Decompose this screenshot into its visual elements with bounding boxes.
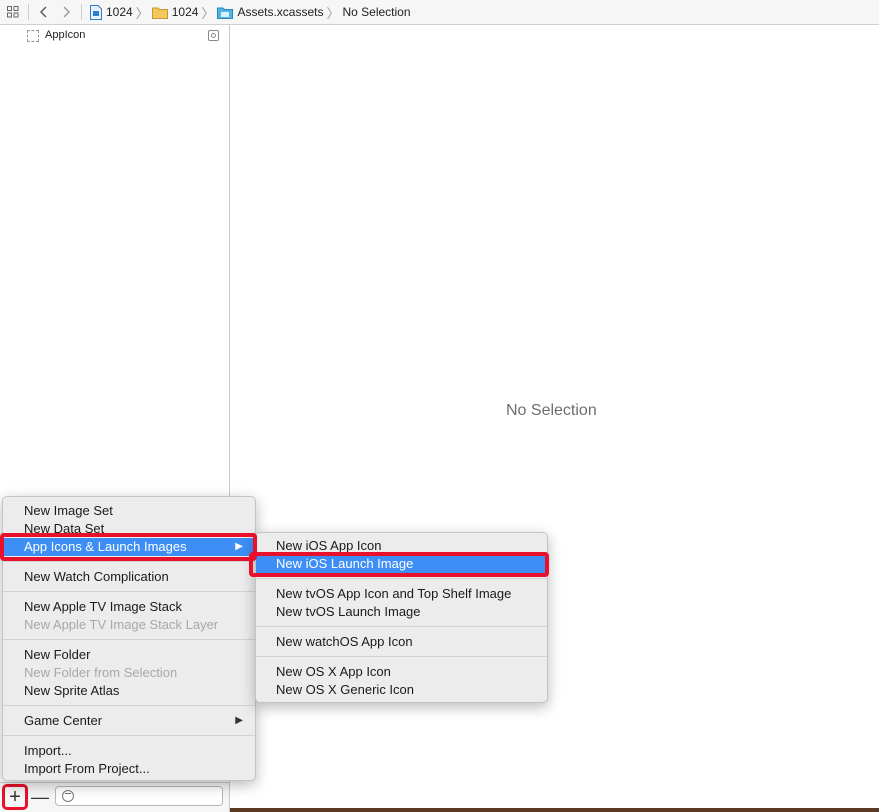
add-asset-menu: New Image Set New Data Set App Icons & L… <box>2 496 256 781</box>
menu-separator <box>3 561 255 562</box>
breadcrumb-chevron-icon: 〉 <box>201 5 215 21</box>
submenu-arrow-icon: ▶ <box>235 715 243 726</box>
filter-icon <box>62 790 74 802</box>
folder-icon <box>151 6 168 19</box>
menu-item-new-folder[interactable]: New Folder <box>3 646 255 664</box>
remove-button[interactable]: — <box>29 786 51 808</box>
breadcrumb-label: 1024 <box>171 5 199 19</box>
menu-item-new-ios-app-icon[interactable]: New iOS App Icon <box>256 537 547 555</box>
empty-state-label: No Selection <box>506 402 597 419</box>
menu-item-new-apple-tv-image-stack-layer: New Apple TV Image Stack Layer <box>24 617 219 632</box>
breadcrumb-project[interactable]: 1024 <box>90 0 133 25</box>
menu-item-new-osx-app-icon[interactable]: New OS X App Icon <box>256 663 547 681</box>
menu-item-new-osx-generic-icon[interactable]: New OS X Generic Icon <box>256 681 547 699</box>
window-bottom-edge <box>230 808 879 812</box>
menu-item-new-image-set[interactable]: New Image Set <box>3 502 255 520</box>
menu-item-new-ios-launch-image[interactable]: New iOS Launch Image <box>256 555 547 573</box>
related-items-grid-icon[interactable] <box>0 0 26 25</box>
asset-catalog-icon <box>217 6 234 19</box>
back-chevron-icon[interactable] <box>31 0 55 25</box>
menu-item-new-watchos-app-icon[interactable]: New watchOS App Icon <box>256 633 547 651</box>
project-file-icon <box>90 4 102 20</box>
submenu-arrow-icon: ▶ <box>235 541 243 552</box>
menu-separator <box>3 735 255 736</box>
jump-bar: 1024 〉 1024 〉 Assets.xcassets 〉 No Selec… <box>0 0 879 25</box>
menu-item-new-apple-tv-image-stack[interactable]: New Apple TV Image Stack <box>3 598 255 616</box>
menu-item-app-icons-launch-images[interactable]: App Icons & Launch Images ▶ <box>3 538 255 556</box>
breadcrumb-label: Assets.xcassets <box>237 5 324 19</box>
add-button[interactable]: + <box>2 784 28 810</box>
breadcrumb-selection[interactable]: No Selection <box>342 0 410 25</box>
separator <box>81 4 82 20</box>
breadcrumb-label: 1024 <box>106 5 133 19</box>
breadcrumb-asset-catalog[interactable]: Assets.xcassets <box>217 0 323 25</box>
menu-item-new-tvos-app-icon-top-shelf[interactable]: New tvOS App Icon and Top Shelf Image <box>256 585 547 603</box>
menu-item-game-center[interactable]: Game Center ▶ <box>3 712 255 730</box>
menu-separator <box>256 578 547 579</box>
menu-item-label: Game Center <box>24 713 103 728</box>
menu-separator <box>3 639 255 640</box>
breadcrumb-chevron-icon: 〉 <box>326 5 340 21</box>
menu-item-import[interactable]: Import... <box>3 742 255 760</box>
breadcrumb-label: No Selection <box>342 5 411 19</box>
sidebar-bottom-bar: + — <box>0 782 229 812</box>
menu-separator <box>3 591 255 592</box>
menu-item-new-watch-complication[interactable]: New Watch Complication <box>3 568 255 586</box>
app-icon-badge-icon <box>208 30 219 41</box>
menu-item-new-sprite-atlas[interactable]: New Sprite Atlas <box>3 682 255 700</box>
menu-separator <box>256 626 547 627</box>
asset-label: AppIcon <box>45 29 86 41</box>
breadcrumb-folder[interactable]: 1024 <box>151 0 199 25</box>
menu-item-label: App Icons & Launch Images <box>24 539 187 554</box>
menu-item-new-data-set[interactable]: New Data Set <box>3 520 255 538</box>
menu-item-new-tvos-launch-image[interactable]: New tvOS Launch Image <box>256 603 547 621</box>
filter-input[interactable] <box>55 786 223 806</box>
menu-separator <box>3 705 255 706</box>
forward-chevron-icon[interactable] <box>55 0 79 25</box>
menu-item-import-from-project[interactable]: Import From Project... <box>3 760 255 778</box>
breadcrumb-chevron-icon: 〉 <box>135 5 149 21</box>
app-icons-submenu: New iOS App Icon New iOS Launch Image Ne… <box>255 532 548 703</box>
separator <box>28 4 29 20</box>
list-item[interactable]: AppIcon <box>0 27 229 45</box>
menu-item-new-folder-from-selection: New Folder from Selection <box>24 665 178 680</box>
menu-separator <box>256 656 547 657</box>
app-icon-placeholder-icon <box>27 30 39 42</box>
